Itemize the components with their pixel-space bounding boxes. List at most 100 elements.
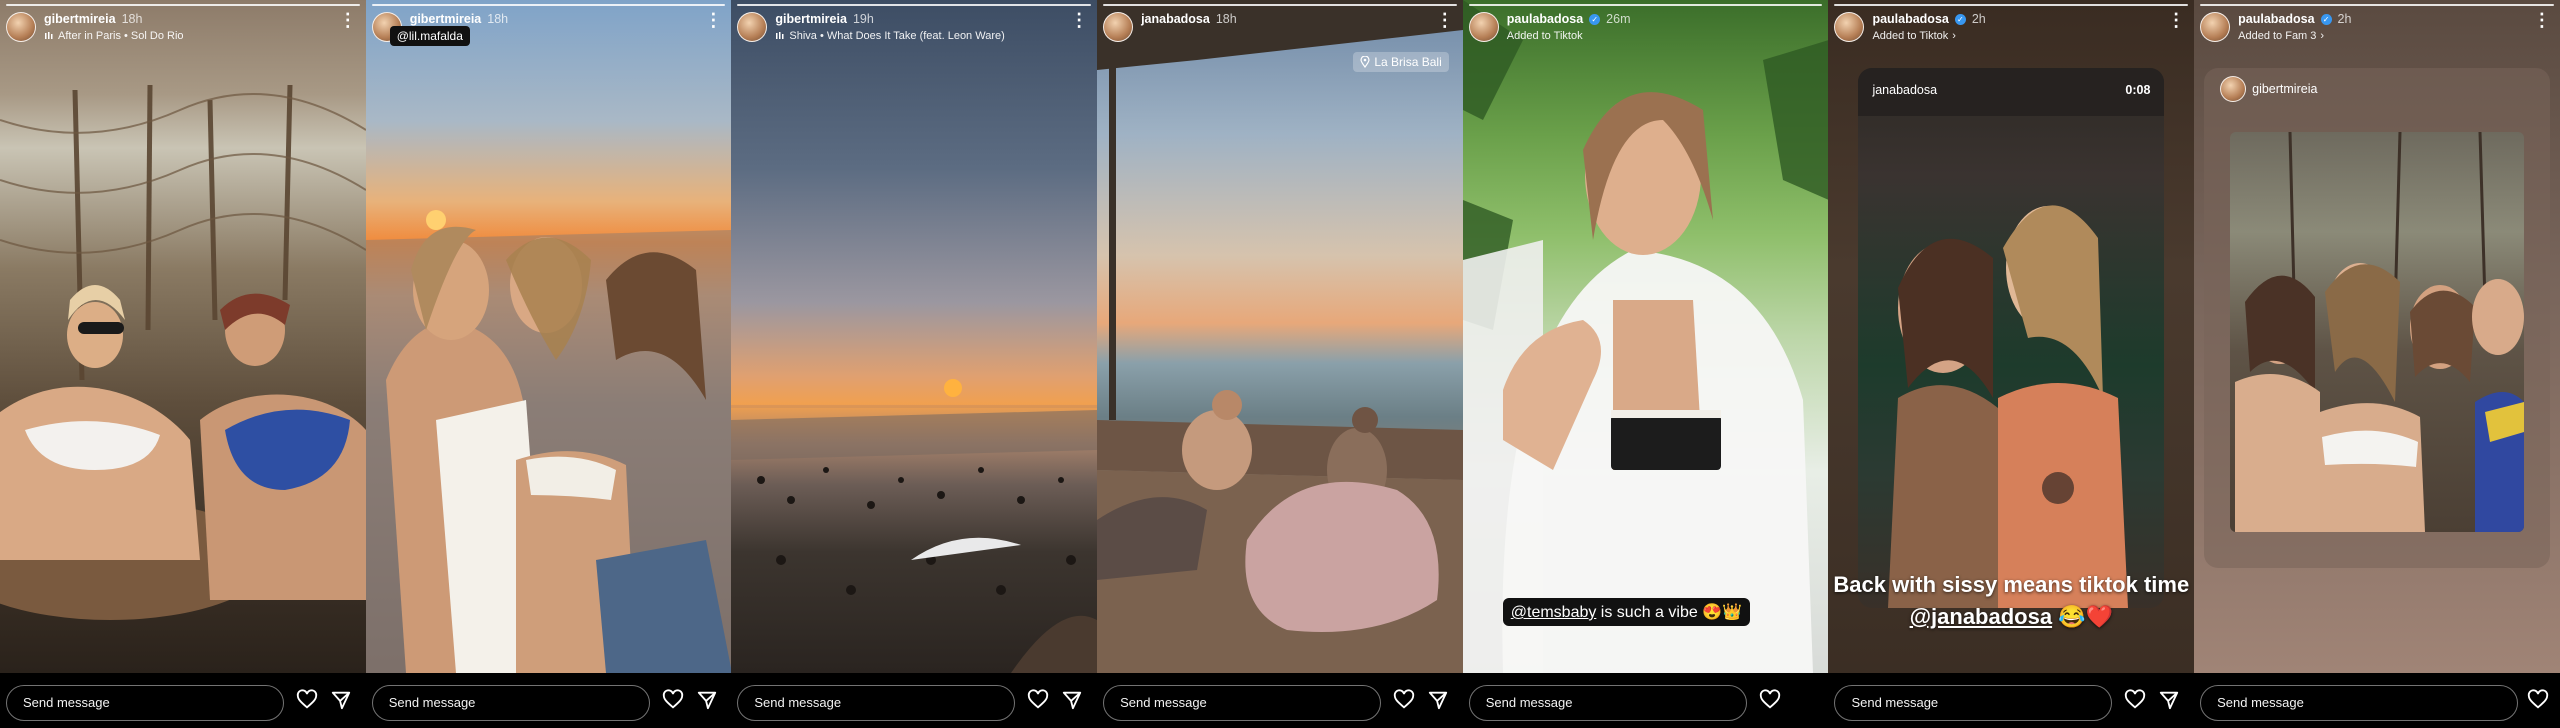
heart-icon[interactable] [2527, 689, 2549, 711]
username[interactable]: gibertmireia [775, 12, 847, 26]
heart-icon[interactable] [296, 689, 318, 711]
story-photo [1097, 0, 1463, 673]
story-panel-4[interactable]: janabadosa 18h La Brisa Bali ⋮ Send mess… [1097, 0, 1463, 728]
story-photo [731, 0, 1098, 673]
mention-link[interactable]: @janabadosa [1910, 604, 2053, 629]
video-duration: 0:08 [2125, 83, 2151, 97]
more-dots-icon[interactable]: ⋮ [2167, 11, 2185, 29]
reshared-post-card[interactable]: gibertmireia [2204, 68, 2551, 568]
story-panel-2[interactable]: gibertmireia 18h @lil.mafalda ⋮ Send mes… [365, 0, 732, 728]
caption-emoji: 😂❤️ [2052, 604, 2113, 629]
story-progress-bar [1834, 4, 2189, 6]
story-footer: Send message [731, 673, 1098, 728]
story-panel-1[interactable]: gibertmireia 18h After in Paris • Sol Do… [0, 0, 366, 728]
more-dots-icon[interactable]: ⋮ [704, 11, 722, 29]
verified-badge-icon: ✓ [2320, 13, 2332, 25]
verified-badge-icon: ✓ [1589, 13, 1601, 25]
story-panel-7[interactable]: gibertmireia paulabadosa ✓ 2h Added to F… [2194, 0, 2560, 728]
story-header: gibertmireia 18h After in Paris • Sol Do… [6, 12, 356, 43]
story-footer: Send message [1097, 673, 1463, 728]
caption-text: is such a vibe 😍👑 [1596, 604, 1743, 621]
music-note-icon [45, 32, 53, 39]
story-footer: Send message [1462, 673, 1829, 728]
music-label[interactable]: Shiva • What Does It Take (feat. Leon Wa… [789, 29, 1004, 43]
username[interactable]: gibertmireia [410, 12, 482, 26]
username[interactable]: gibertmireia [44, 12, 116, 26]
caption-sticker[interactable]: @temsbaby is such a vibe 😍👑 [1502, 598, 1751, 626]
more-dots-icon[interactable]: ⋮ [2533, 11, 2551, 29]
username[interactable]: janabadosa [1141, 12, 1210, 26]
avatar[interactable] [737, 12, 768, 42]
send-message-input[interactable]: Send message [1103, 685, 1382, 721]
avatar[interactable] [1103, 12, 1134, 42]
timestamp: 2h [2337, 12, 2352, 26]
send-message-input[interactable]: Send message [1468, 685, 1747, 721]
send-message-input[interactable]: Send message [371, 685, 650, 721]
story-panel-6[interactable]: janabadosa 0:08 Back with sissy means ti… [1828, 0, 2195, 728]
send-message-input[interactable]: Send message [1834, 685, 2113, 721]
send-icon[interactable] [1427, 689, 1449, 711]
timestamp: 26m [1606, 12, 1631, 26]
card-username[interactable]: gibertmireia [2252, 82, 2317, 96]
story-photo [0, 0, 366, 673]
chevron-right-icon: › [1952, 30, 1956, 42]
story-photo [1462, 0, 1829, 673]
heart-icon[interactable] [1759, 689, 1781, 711]
location-label: La Brisa Bali [1374, 55, 1442, 69]
timestamp: 2h [1971, 12, 1986, 26]
highlight-label[interactable]: Added to Fam 3 [2238, 29, 2316, 43]
highlight-label[interactable]: Added to Tiktok [1872, 29, 1948, 43]
story-header: gibertmireia 19h Shiva • What Does It Ta… [737, 12, 1087, 43]
story-footer: Send message [2194, 673, 2560, 728]
username[interactable]: paulabadosa [1507, 12, 1583, 26]
story-footer: Send message [1828, 673, 2195, 728]
send-message-input[interactable]: Send message [2200, 685, 2519, 721]
story-header: paulabadosa ✓ 2h Added to Fam 3 › [2200, 12, 2550, 43]
story-panel-3[interactable]: gibertmireia 19h Shiva • What Does It Ta… [731, 0, 1098, 728]
mention-sticker[interactable]: @lil.mafalda [389, 26, 470, 46]
story-footer: Send message [365, 673, 732, 728]
avatar[interactable] [1834, 12, 1865, 42]
card-username[interactable]: janabadosa [1872, 83, 1937, 97]
send-icon[interactable] [1061, 689, 1083, 711]
avatar[interactable] [2200, 12, 2231, 42]
avatar[interactable] [6, 12, 36, 42]
story-panel-5[interactable]: paulabadosa ✓ 26m Added to Tiktok @temsb… [1462, 0, 1829, 728]
send-icon[interactable] [2158, 689, 2180, 711]
stories-strip: gibertmireia 18h After in Paris • Sol Do… [0, 0, 2560, 728]
story-photo [365, 0, 732, 673]
heart-icon[interactable] [1393, 689, 1415, 711]
send-message-input[interactable]: Send message [737, 685, 1016, 721]
send-icon[interactable] [696, 689, 718, 711]
location-pin-icon [1360, 56, 1370, 68]
story-header: janabadosa 18h [1103, 12, 1453, 42]
story-progress-bar [1468, 4, 1823, 6]
username[interactable]: paulabadosa [2238, 12, 2314, 26]
more-dots-icon[interactable]: ⋮ [1436, 11, 1454, 29]
username[interactable]: paulabadosa [1872, 12, 1948, 26]
verified-badge-icon: ✓ [1954, 13, 1966, 25]
story-header: paulabadosa ✓ 2h Added to Tiktok › [1834, 12, 2184, 43]
heart-icon[interactable] [662, 689, 684, 711]
send-icon[interactable] [330, 689, 352, 711]
story-progress-bar [6, 4, 360, 6]
story-progress-bar [1103, 4, 1457, 6]
timestamp: 18h [121, 12, 143, 26]
avatar[interactable] [1468, 12, 1499, 42]
more-dots-icon[interactable]: ⋮ [339, 11, 357, 29]
caption-line-1: Back with sissy means tiktok time [1833, 572, 2190, 597]
location-sticker[interactable]: La Brisa Bali [1353, 52, 1449, 72]
heart-icon[interactable] [2124, 689, 2146, 711]
post-image [2230, 132, 2525, 532]
more-dots-icon[interactable]: ⋮ [1070, 11, 1088, 29]
reshared-video-card[interactable]: janabadosa 0:08 [1858, 68, 2165, 608]
story-footer: Send message [0, 673, 366, 728]
timestamp: 18h [487, 12, 509, 26]
send-message-input[interactable]: Send message [6, 685, 284, 721]
avatar[interactable] [2220, 76, 2247, 102]
mention-link[interactable]: @temsbaby [1511, 604, 1597, 621]
music-label[interactable]: After in Paris • Sol Do Rio [58, 29, 184, 43]
story-progress-bar [371, 4, 726, 6]
heart-icon[interactable] [1027, 689, 1049, 711]
highlight-label[interactable]: Added to Tiktok [1507, 29, 1583, 43]
